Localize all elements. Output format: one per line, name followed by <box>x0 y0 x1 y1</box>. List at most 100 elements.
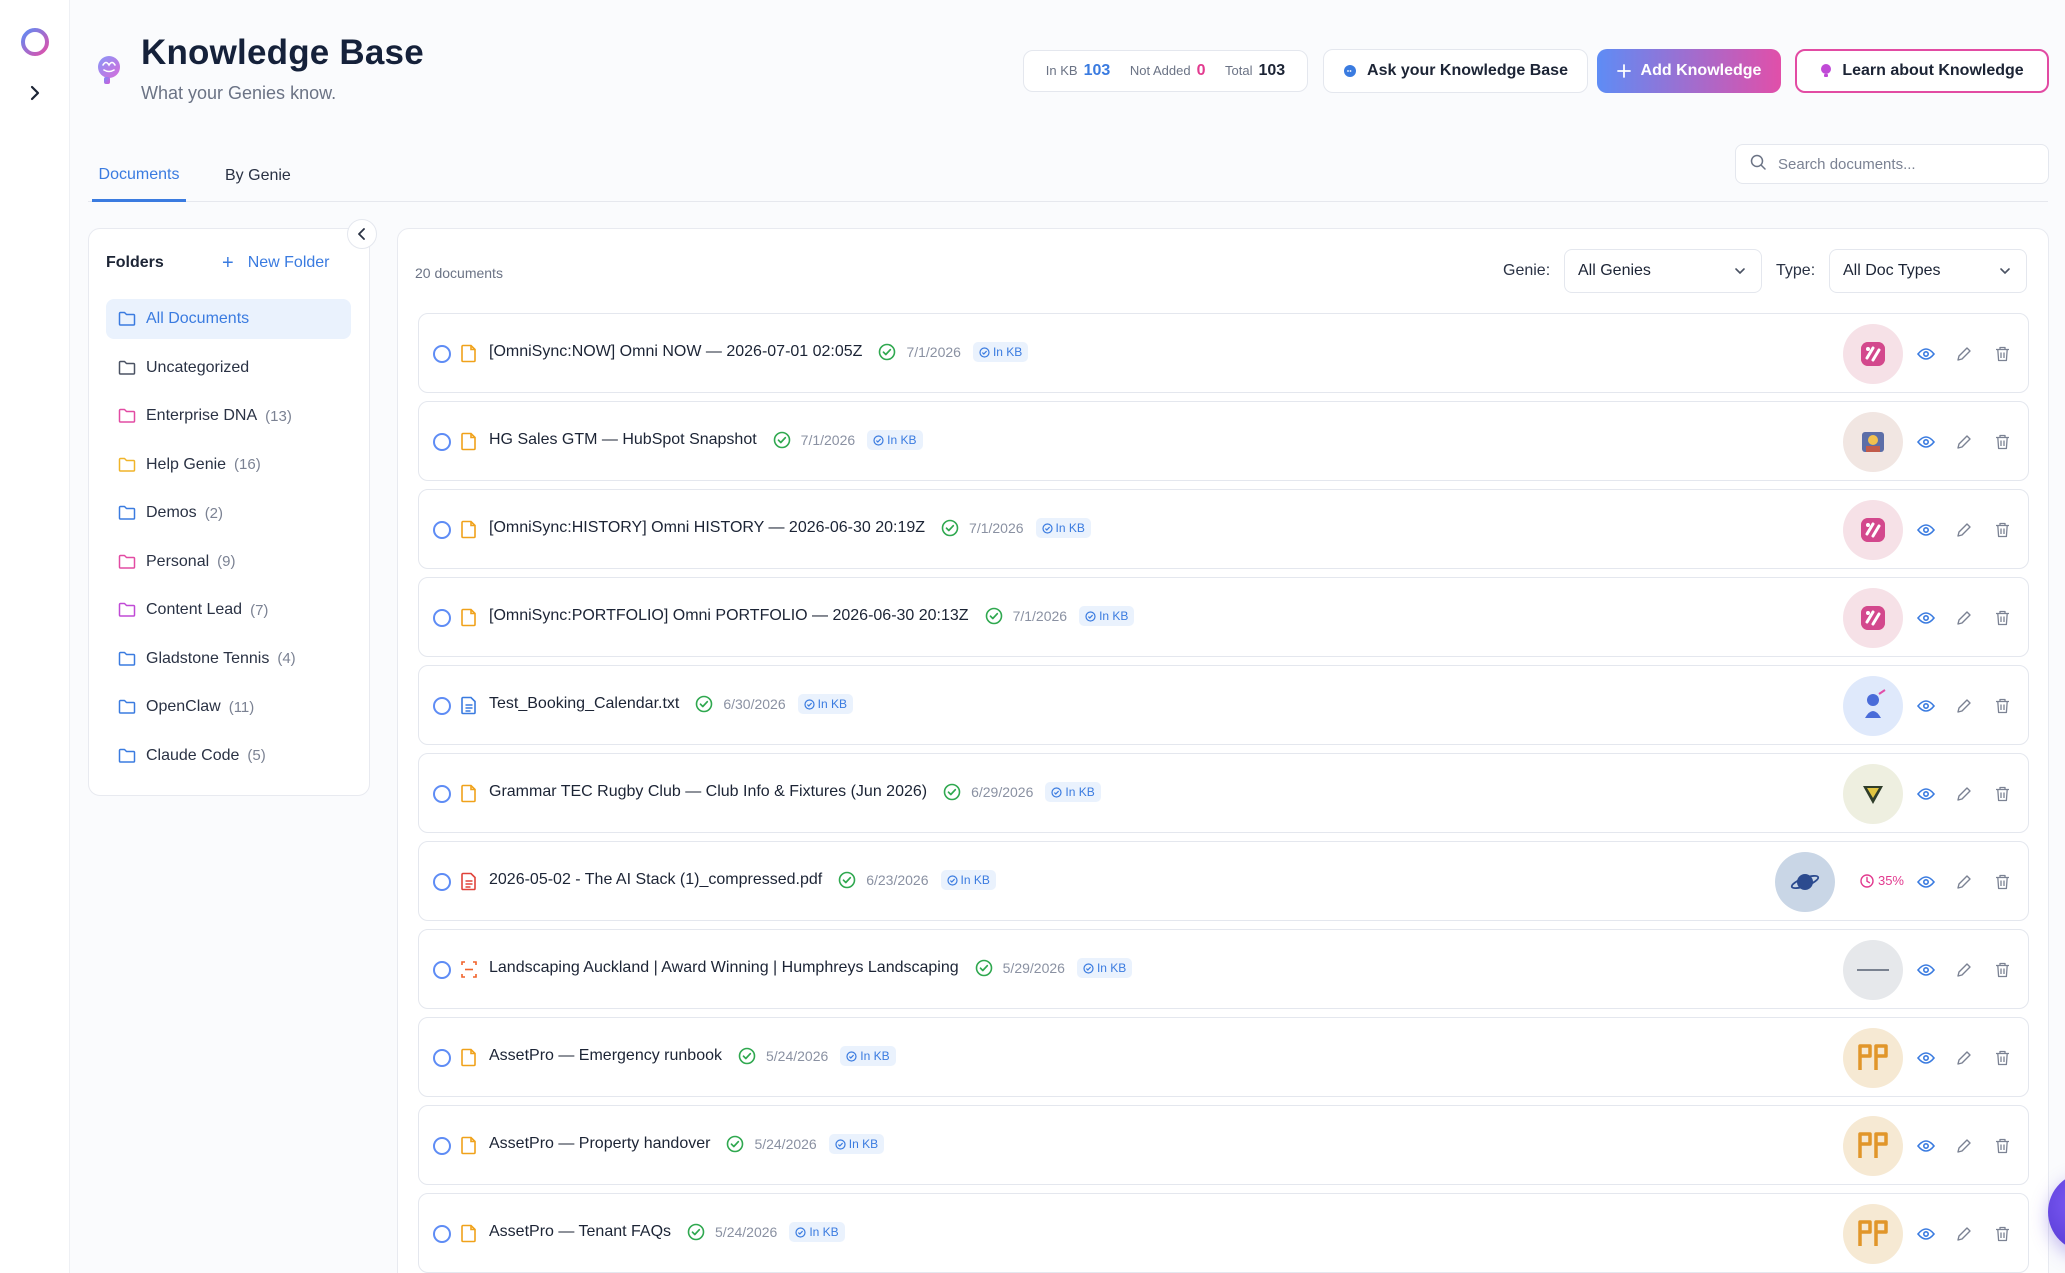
main-content: Knowledge Base What your Genies know. In… <box>70 0 2065 1273</box>
folder-item[interactable]: Help Genie (16) <box>106 445 351 485</box>
delete-icon[interactable] <box>1992 960 2012 980</box>
select-radio[interactable] <box>433 785 451 803</box>
document-title[interactable]: AssetPro — Tenant FAQs <box>489 1223 671 1241</box>
genie-avatar <box>1843 1028 1903 1088</box>
edit-icon[interactable] <box>1954 520 1974 540</box>
document-title[interactable]: [OmniSync:NOW] Omni NOW — 2026-07-01 02:… <box>489 343 862 361</box>
genie-filter-select[interactable]: All Genies <box>1564 249 1762 293</box>
view-icon[interactable] <box>1916 960 1936 980</box>
delete-icon[interactable] <box>1992 696 2012 716</box>
delete-icon[interactable] <box>1992 1048 2012 1068</box>
document-row[interactable]: 2026-05-02 - The AI Stack (1)_compressed… <box>418 841 2029 921</box>
document-row[interactable]: [OmniSync:NOW] Omni NOW — 2026-07-01 02:… <box>418 313 2029 393</box>
type-filter-select[interactable]: All Doc Types <box>1829 249 2027 293</box>
document-title[interactable]: HG Sales GTM — HubSpot Snapshot <box>489 431 757 449</box>
document-row[interactable]: [OmniSync:HISTORY] Omni HISTORY — 2026-0… <box>418 489 2029 569</box>
delete-icon[interactable] <box>1992 784 2012 804</box>
select-radio[interactable] <box>433 521 451 539</box>
genie-assistant-fab[interactable] <box>2048 1172 2065 1252</box>
delete-icon[interactable] <box>1992 344 2012 364</box>
tab-documents[interactable]: Documents <box>92 150 186 202</box>
edit-icon[interactable] <box>1954 960 1974 980</box>
pdf-icon <box>461 872 477 891</box>
delete-icon[interactable] <box>1992 1136 2012 1156</box>
document-title[interactable]: 2026-05-02 - The AI Stack (1)_compressed… <box>489 871 822 889</box>
document-row[interactable]: AssetPro — Property handover 5/24/2026 In … <box>418 1105 2029 1185</box>
document-title[interactable]: Landscaping Auckland | Award Winning | H… <box>489 959 959 977</box>
folder-item[interactable]: OpenClaw (11) <box>106 687 351 727</box>
select-radio[interactable] <box>433 345 451 363</box>
document-row[interactable]: Grammar TEC Rugby Club — Club Info & Fix… <box>418 753 2029 833</box>
edit-icon[interactable] <box>1954 1136 1974 1156</box>
folder-item[interactable]: All Documents <box>106 299 351 339</box>
view-icon[interactable] <box>1916 608 1936 628</box>
document-title[interactable]: Grammar TEC Rugby Club — Club Info & Fix… <box>489 783 927 801</box>
folder-item[interactable]: Gladstone Tennis (4) <box>106 639 351 679</box>
view-icon[interactable] <box>1916 872 1936 892</box>
select-radio[interactable] <box>433 697 451 715</box>
folder-label: Demos <box>146 504 197 521</box>
document-row[interactable]: AssetPro — Tenant FAQs 5/24/2026 In KB <box>418 1193 2029 1273</box>
document-row[interactable]: AssetPro — Emergency runbook 5/24/2026 In … <box>418 1017 2029 1097</box>
edit-icon[interactable] <box>1954 1048 1974 1068</box>
view-icon[interactable] <box>1916 520 1936 540</box>
view-icon[interactable] <box>1916 432 1936 452</box>
learn-about-knowledge-button[interactable]: Learn about Knowledge <box>1795 49 2049 93</box>
view-icon[interactable] <box>1916 1048 1936 1068</box>
document-title[interactable]: [OmniSync:PORTFOLIO] Omni PORTFOLIO — 20… <box>489 607 969 625</box>
app-logo-icon[interactable] <box>20 27 50 57</box>
select-radio[interactable] <box>433 1137 451 1155</box>
document-row[interactable]: HG Sales GTM — HubSpot Snapshot 7/1/2026 I… <box>418 401 2029 481</box>
search-input[interactable] <box>1778 155 2028 173</box>
in-kb-badge: In KB <box>867 430 923 450</box>
delete-icon[interactable] <box>1992 872 2012 892</box>
folder-item[interactable]: Content Lead (7) <box>106 590 351 630</box>
document-row[interactable]: [OmniSync:PORTFOLIO] Omni PORTFOLIO — 20… <box>418 577 2029 657</box>
genie-avatar <box>1843 1116 1903 1176</box>
folder-item[interactable]: Claude Code (5) <box>106 736 351 776</box>
edit-icon[interactable] <box>1954 784 1974 804</box>
edit-icon[interactable] <box>1954 344 1974 364</box>
tab-by-genie[interactable]: By Genie <box>225 150 291 202</box>
folder-item[interactable]: Enterprise DNA (13) <box>106 396 351 436</box>
stat-in-kb-value: 103 <box>1083 62 1111 79</box>
delete-icon[interactable] <box>1992 608 2012 628</box>
edit-icon[interactable] <box>1954 608 1974 628</box>
view-icon[interactable] <box>1916 1136 1936 1156</box>
delete-icon[interactable] <box>1992 432 2012 452</box>
document-row[interactable]: Landscaping Auckland | Award Winning | H… <box>418 929 2029 1009</box>
ask-knowledge-base-button[interactable]: Ask your Knowledge Base <box>1323 49 1588 93</box>
select-radio[interactable] <box>433 1225 451 1243</box>
select-radio[interactable] <box>433 961 451 979</box>
folder-item[interactable]: Personal (9) <box>106 542 351 582</box>
select-radio[interactable] <box>433 609 451 627</box>
document-title[interactable]: AssetPro — Emergency runbook <box>489 1047 722 1065</box>
in-kb-badge: In KB <box>1035 518 1091 538</box>
select-radio[interactable] <box>433 433 451 451</box>
folder-item[interactable]: Uncategorized <box>106 348 351 388</box>
edit-icon[interactable] <box>1954 1224 1974 1244</box>
view-icon[interactable] <box>1916 1224 1936 1244</box>
document-title[interactable]: [OmniSync:HISTORY] Omni HISTORY — 2026-0… <box>489 519 925 537</box>
edit-icon[interactable] <box>1954 696 1974 716</box>
edit-icon[interactable] <box>1954 432 1974 452</box>
new-folder-button[interactable]: + New Folder <box>222 253 330 273</box>
document-title[interactable]: AssetPro — Property handover <box>489 1135 710 1153</box>
expand-sidebar-chevron-icon[interactable] <box>22 80 48 106</box>
status-check-icon <box>773 431 791 449</box>
select-radio[interactable] <box>433 873 451 891</box>
document-meta: 7/1/2026 In KB <box>773 430 923 450</box>
folder-item[interactable]: Demos (2) <box>106 493 351 533</box>
delete-icon[interactable] <box>1992 1224 2012 1244</box>
document-row[interactable]: Test_Booking_Calendar.txt 6/30/2026 In KB <box>418 665 2029 745</box>
view-icon[interactable] <box>1916 696 1936 716</box>
brain-icon <box>92 53 126 87</box>
edit-icon[interactable] <box>1954 872 1974 892</box>
select-radio[interactable] <box>433 1049 451 1067</box>
document-title[interactable]: Test_Booking_Calendar.txt <box>489 695 679 713</box>
delete-icon[interactable] <box>1992 520 2012 540</box>
add-knowledge-button[interactable]: Add Knowledge <box>1597 49 1781 93</box>
view-icon[interactable] <box>1916 344 1936 364</box>
collapse-folders-button[interactable] <box>347 219 377 249</box>
view-icon[interactable] <box>1916 784 1936 804</box>
